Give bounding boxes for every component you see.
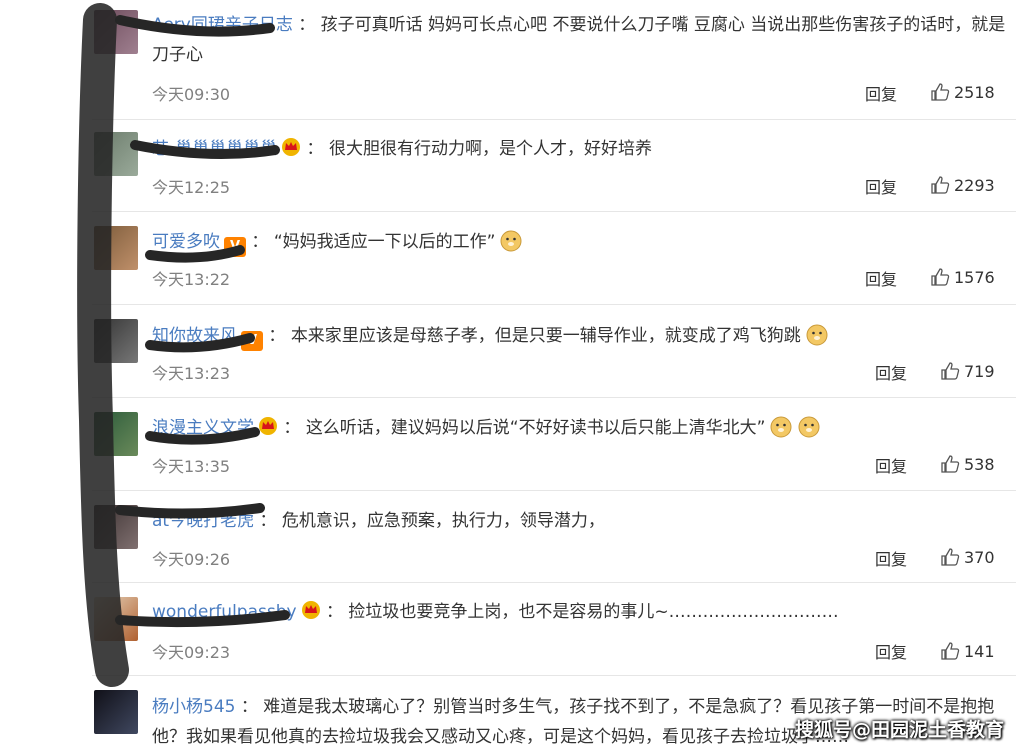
like-count: 2518 [954,82,995,102]
doge-emoji-icon [770,416,792,438]
thumbs-up-icon [941,455,960,473]
separator: ： [298,15,316,35]
like-count: 141 [964,641,995,661]
reply-button[interactable]: 回复 [875,453,907,477]
like-button[interactable]: 2518 [930,82,995,102]
like-button[interactable]: 1576 [930,267,995,287]
comment-body: 知你故来风 V ： 本来家里应该是母慈子孝，但是只要一辅导作业，就变成了鸡飞狗跳 [152,321,1012,351]
thumbs-up-icon [931,176,950,194]
thumbs-up-icon [931,83,950,101]
verified-badge-icon: V [241,331,263,351]
username[interactable]: 芯-巢巢巢巢巢巢 [152,139,277,159]
comment-time: 今天09:23 [152,643,231,662]
reply-button[interactable]: 回复 [865,174,897,198]
thumbs-up-icon [931,268,950,286]
comment-body: 芯-巢巢巢巢巢巢 ： 很大胆很有行动力啊，是个人才，好好培养 [152,134,1012,164]
comment-body: 浪漫主义文学 ： 这么听话，建议妈妈以后说“不好好读书以后只能上清华北大” [152,413,1012,443]
comment-text: 危机意识，应急预案，执行力，领导潜力， [281,511,605,531]
like-count: 538 [964,454,995,474]
comment-time: 今天13:22 [152,270,231,289]
username[interactable]: Aery同珺亲子日志 [152,15,293,35]
like-button[interactable]: 141 [940,641,995,661]
avatar[interactable] [94,412,138,456]
like-button[interactable]: 538 [940,454,995,474]
separator: ： [325,602,343,622]
username[interactable]: 杨小杨545 [152,697,235,717]
comment-body: 可爱多吹 V ： “妈妈我适应一下以后的工作” [152,227,1012,257]
like-count: 719 [964,361,995,381]
avatar[interactable] [94,132,138,176]
reply-button[interactable]: 回复 [875,360,907,384]
username[interactable]: 可爱多吹 [152,232,220,252]
avatar[interactable] [94,505,138,549]
comment-time: 今天09:30 [152,85,231,104]
separator: ： [268,326,286,346]
comment-item: 芯-巢巢巢巢巢巢 ： 很大胆很有行动力啊，是个人才，好好培养 今天12:25 回… [92,120,1024,212]
separator: ： [306,139,324,159]
comment-text: 这么听话，建议妈妈以后说“不好好读书以后只能上清华北大” [305,418,766,438]
separator: ： [283,418,301,438]
left-gutter [0,0,92,750]
comment-item: 可爱多吹 V ： “妈妈我适应一下以后的工作” 今天13:22 回复 1576 [92,212,1024,305]
crown-badge-icon [259,417,277,435]
like-count: 370 [964,547,995,567]
avatar[interactable] [94,319,138,363]
thumbs-up-icon [941,642,960,660]
separator: ： [251,232,269,252]
avatar[interactable] [94,690,138,734]
like-button[interactable]: 370 [940,547,995,567]
avatar[interactable] [94,597,138,641]
doge-emoji-icon [500,230,522,252]
reply-button[interactable]: 回复 [875,639,907,663]
thumbs-up-icon [941,362,960,380]
avatar[interactable] [94,10,138,54]
like-button[interactable]: 719 [940,361,995,381]
comment-text: “妈妈我适应一下以后的工作” [273,232,496,252]
doge-emoji-icon [806,324,828,346]
comment-body: wonderfulpassby ： 捡垃圾也要竞争上岗，也不是容易的事儿~………… [152,597,1012,627]
username[interactable]: 知你故来风 [152,326,237,346]
comment-item: 浪漫主义文学 ： 这么听话，建议妈妈以后说“不好好读书以后只能上清华北大” 今天… [92,398,1024,491]
thumbs-up-icon [941,548,960,566]
avatar[interactable] [94,226,138,270]
watermark: 搜狐号@田园泥土香教育 [794,719,1004,741]
username[interactable]: wonderfulpassby [152,602,297,622]
comment-time: 今天13:35 [152,457,231,476]
like-button[interactable]: 2293 [930,175,995,195]
username[interactable]: at今晚打老虎 [152,511,254,531]
like-count: 2293 [954,175,995,195]
separator: ： [240,697,258,717]
comment-item: Aery同珺亲子日志 ： 孩子可真听话 妈妈可长点心吧 不要说什么刀子嘴 豆腐心… [92,0,1024,120]
comment-body: at今晚打老虎 ： 危机意识，应急预案，执行力，领导潜力， [152,506,1012,536]
comment-text: 捡垃圾也要竞争上岗，也不是容易的事儿~………………………… [348,602,839,622]
comment-text: 很大胆很有行动力啊，是个人才，好好培养 [328,139,652,159]
reply-button[interactable]: 回复 [865,266,897,290]
comment-item: at今晚打老虎 ： 危机意识，应急预案，执行力，领导潜力， 今天09:26 回复… [92,491,1024,583]
username[interactable]: 浪漫主义文学 [152,418,254,438]
comment-time: 今天12:25 [152,178,231,197]
comment-time: 今天09:26 [152,550,231,569]
reply-button[interactable]: 回复 [865,81,897,105]
comment-time: 今天13:23 [152,364,231,383]
comment-item: wonderfulpassby ： 捡垃圾也要竞争上岗，也不是容易的事儿~………… [92,583,1024,676]
like-count: 1576 [954,267,995,287]
crown-badge-icon [301,601,320,619]
reply-button[interactable]: 回复 [875,546,907,570]
comment-body: Aery同珺亲子日志 ： 孩子可真听话 妈妈可长点心吧 不要说什么刀子嘴 豆腐心… [152,10,1012,70]
comment-item: 知你故来风 V ： 本来家里应该是母慈子孝，但是只要一辅导作业，就变成了鸡飞狗跳 … [92,305,1024,398]
verified-badge-icon: V [224,237,246,257]
comment-text: 本来家里应该是母慈子孝，但是只要一辅导作业，就变成了鸡飞狗跳 [290,326,801,346]
separator: ： [259,511,277,531]
crown-badge-icon [282,138,301,156]
doge-emoji-icon [798,416,820,438]
